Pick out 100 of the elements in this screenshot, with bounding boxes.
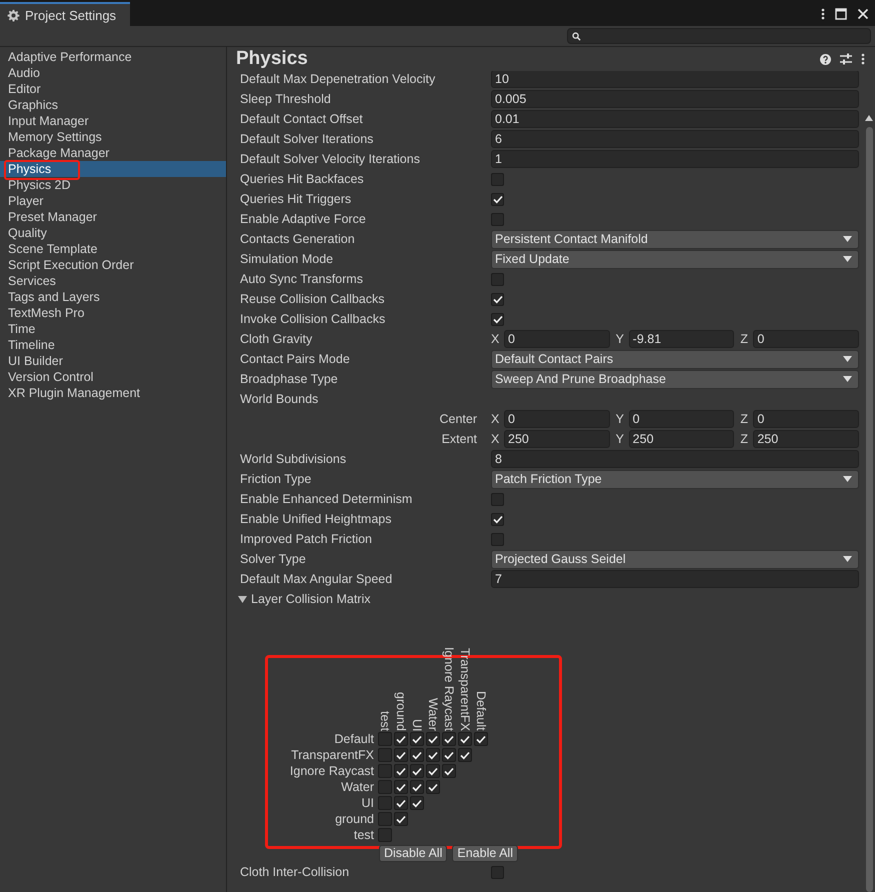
checkbox[interactable] — [491, 292, 504, 306]
checkbox[interactable] — [394, 748, 408, 762]
window-tab[interactable]: Project Settings — [0, 2, 130, 26]
checkbox[interactable] — [442, 732, 456, 746]
checkbox[interactable] — [378, 828, 392, 842]
checkbox[interactable] — [491, 192, 504, 206]
number-field[interactable]: 0 — [504, 330, 610, 348]
sidebar-item[interactable]: Adaptive Performance — [0, 49, 226, 65]
foldout-arrow-icon[interactable] — [238, 596, 247, 602]
checkbox[interactable] — [442, 748, 456, 762]
number-field[interactable]: -9.81 — [628, 330, 734, 348]
number-field[interactable]: 0.005 — [491, 90, 859, 108]
sidebar-item[interactable]: XR Plugin Management — [0, 385, 226, 401]
checkbox[interactable] — [410, 732, 424, 746]
checkbox[interactable] — [378, 764, 392, 778]
close-icon[interactable] — [857, 8, 869, 20]
sidebar-item[interactable]: Audio — [0, 65, 226, 81]
checkbox[interactable] — [378, 748, 392, 762]
number-field[interactable]: 1 — [491, 150, 859, 168]
matrix-button[interactable]: Enable All — [452, 845, 518, 862]
number-field[interactable]: 0 — [628, 410, 734, 428]
checkbox[interactable] — [426, 732, 440, 746]
sidebar-item[interactable]: Physics — [0, 161, 226, 177]
number-field[interactable]: 250 — [753, 430, 860, 448]
number-field[interactable]: 8 — [491, 450, 859, 468]
checkbox[interactable] — [474, 732, 488, 746]
checkbox[interactable] — [426, 764, 440, 778]
dropdown[interactable]: Patch Friction Type — [491, 470, 859, 488]
sliders-icon[interactable] — [840, 53, 852, 65]
matrix-button[interactable]: Disable All — [379, 845, 448, 862]
checkbox[interactable] — [491, 312, 504, 326]
sidebar-item[interactable]: Preset Manager — [0, 209, 226, 225]
setting-label: Default Contact Offset — [240, 112, 364, 126]
checkbox[interactable] — [491, 272, 504, 286]
number-field[interactable]: 6 — [491, 130, 859, 148]
checkbox[interactable] — [491, 866, 504, 878]
sidebar-item[interactable]: Tags and Layers — [0, 289, 226, 305]
checkbox[interactable] — [458, 732, 472, 746]
sidebar-item[interactable]: Memory Settings — [0, 129, 226, 145]
checkbox[interactable] — [410, 796, 424, 810]
dropdown[interactable]: Projected Gauss Seidel — [491, 550, 859, 568]
search-field[interactable] — [567, 28, 871, 44]
sidebar-item[interactable]: Player — [0, 193, 226, 209]
number-field[interactable]: 0 — [753, 410, 860, 428]
sidebar-item[interactable]: Script Execution Order — [0, 257, 226, 273]
checkbox[interactable] — [491, 492, 504, 506]
number-field[interactable]: 10 — [491, 71, 859, 88]
sidebar-item[interactable]: Physics 2D — [0, 177, 226, 193]
checkbox[interactable] — [491, 172, 504, 186]
sidebar-item[interactable]: Version Control — [0, 369, 226, 385]
checkbox[interactable] — [491, 512, 504, 526]
checkbox[interactable] — [394, 764, 408, 778]
checkbox[interactable] — [410, 780, 424, 794]
checkbox[interactable] — [378, 812, 392, 826]
checkbox[interactable] — [426, 780, 440, 794]
help-icon[interactable] — [820, 54, 831, 64]
checkbox[interactable] — [394, 780, 408, 794]
scroll-up-icon[interactable] — [865, 115, 873, 121]
number-field[interactable]: 250 — [628, 430, 734, 448]
more-icon[interactable] — [821, 8, 825, 20]
checkbox[interactable] — [458, 748, 472, 762]
sidebar-item[interactable]: Input Manager — [0, 113, 226, 129]
checkbox[interactable] — [394, 812, 408, 826]
checkbox[interactable] — [378, 780, 392, 794]
checkbox[interactable] — [378, 732, 392, 746]
number-field[interactable]: 250 — [504, 430, 610, 448]
checkbox[interactable] — [491, 532, 504, 546]
dropdown[interactable]: Fixed Update — [491, 250, 859, 268]
sidebar-item[interactable]: Time — [0, 321, 226, 337]
checkbox[interactable] — [394, 732, 408, 746]
checkbox[interactable] — [491, 212, 504, 226]
dropdown[interactable]: Sweep And Prune Broadphase — [491, 370, 859, 388]
number-field[interactable]: 0 — [504, 410, 610, 428]
checkbox[interactable] — [410, 764, 424, 778]
search-icon — [572, 32, 581, 40]
more-icon[interactable] — [861, 53, 865, 65]
sidebar-item[interactable]: Editor — [0, 81, 226, 97]
layer-label: TransparentFX — [458, 648, 472, 731]
checkbox[interactable] — [410, 748, 424, 762]
sidebar-item[interactable]: Services — [0, 273, 226, 289]
sidebar-item[interactable]: UI Builder — [0, 353, 226, 369]
sidebar-item[interactable]: Timeline — [0, 337, 226, 353]
number-field[interactable]: 7 — [491, 570, 859, 588]
sidebar-item[interactable]: Scene Template — [0, 241, 226, 257]
checkbox[interactable] — [442, 764, 456, 778]
checkbox[interactable] — [426, 748, 440, 762]
number-field[interactable]: 0.01 — [491, 110, 859, 128]
sidebar-item[interactable]: TextMesh Pro — [0, 305, 226, 321]
sidebar-item[interactable]: Quality — [0, 225, 226, 241]
layer-label: UI — [360, 796, 375, 810]
dropdown-arrow-icon — [843, 356, 852, 362]
maximize-icon[interactable] — [835, 8, 847, 20]
checkbox[interactable] — [394, 796, 408, 810]
dropdown-arrow-icon — [843, 376, 852, 382]
dropdown[interactable]: Persistent Contact Manifold — [491, 230, 859, 248]
sidebar-item[interactable]: Graphics — [0, 97, 226, 113]
number-field[interactable]: 0 — [753, 330, 860, 348]
sidebar-item[interactable]: Package Manager — [0, 145, 226, 161]
dropdown[interactable]: Default Contact Pairs — [491, 350, 859, 368]
checkbox[interactable] — [378, 796, 392, 810]
